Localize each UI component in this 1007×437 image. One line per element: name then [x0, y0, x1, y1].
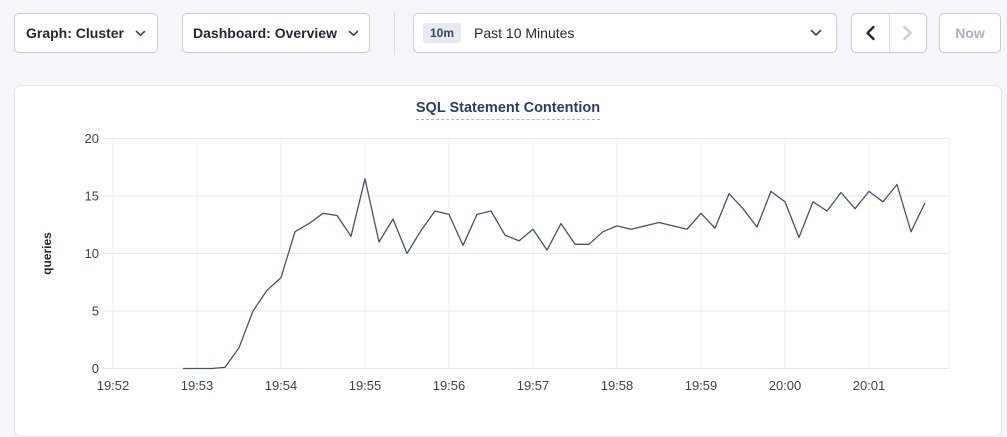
x-tick-label: 19:56 [433, 378, 466, 393]
y-tick-label: 0 [92, 361, 99, 376]
chevron-left-icon [865, 25, 876, 41]
dashboard-dropdown-label: Dashboard: Overview [193, 25, 337, 41]
dashboard-dropdown[interactable]: Dashboard: Overview [182, 13, 370, 53]
chevron-down-icon [348, 30, 359, 37]
y-axis-label: queries [40, 232, 54, 275]
graph-dropdown-label: Graph: Cluster [26, 25, 124, 41]
chevron-right-icon [902, 25, 913, 41]
time-nav-group [851, 13, 927, 53]
x-tick-label: 19:55 [349, 378, 382, 393]
x-tick-label: 19:53 [181, 378, 214, 393]
line-series-queries [183, 179, 925, 369]
y-tick-label: 10 [85, 246, 99, 261]
now-button-label: Now [955, 25, 985, 41]
toolbar-divider [394, 12, 395, 55]
chart-title-row: SQL Statement Contention [15, 99, 1001, 120]
chevron-down-icon [135, 30, 146, 37]
x-tick-label: 20:00 [769, 378, 802, 393]
x-tick-label: 19:52 [97, 378, 130, 393]
chart-card: SQL Statement Contention 0 5 10 15 20 19:52 19… [14, 85, 1002, 437]
y-tick-label: 20 [85, 131, 99, 146]
now-button[interactable]: Now [939, 13, 1001, 53]
chevron-down-icon [810, 29, 822, 37]
y-tick-label: 5 [92, 304, 99, 319]
x-tick-label: 20:01 [853, 378, 886, 393]
x-tick-label: 19:58 [601, 378, 634, 393]
chart-canvas[interactable]: 0 5 10 15 20 19:52 19:53 19:54 19:55 19:56 19:57 19… [15, 86, 1001, 436]
time-backward-button[interactable] [852, 14, 889, 52]
time-range-badge: 10m [423, 23, 461, 43]
x-tick-label: 19:59 [685, 378, 718, 393]
chart-title[interactable]: SQL Statement Contention [416, 100, 600, 120]
time-range-picker[interactable]: 10m Past 10 Minutes [413, 13, 837, 53]
time-forward-button[interactable] [889, 14, 927, 52]
x-tick-label: 19:54 [265, 378, 298, 393]
y-tick-label: 15 [85, 189, 99, 204]
x-tick-label: 19:57 [517, 378, 550, 393]
graph-dropdown[interactable]: Graph: Cluster [14, 13, 158, 53]
time-range-label: Past 10 Minutes [474, 25, 574, 41]
